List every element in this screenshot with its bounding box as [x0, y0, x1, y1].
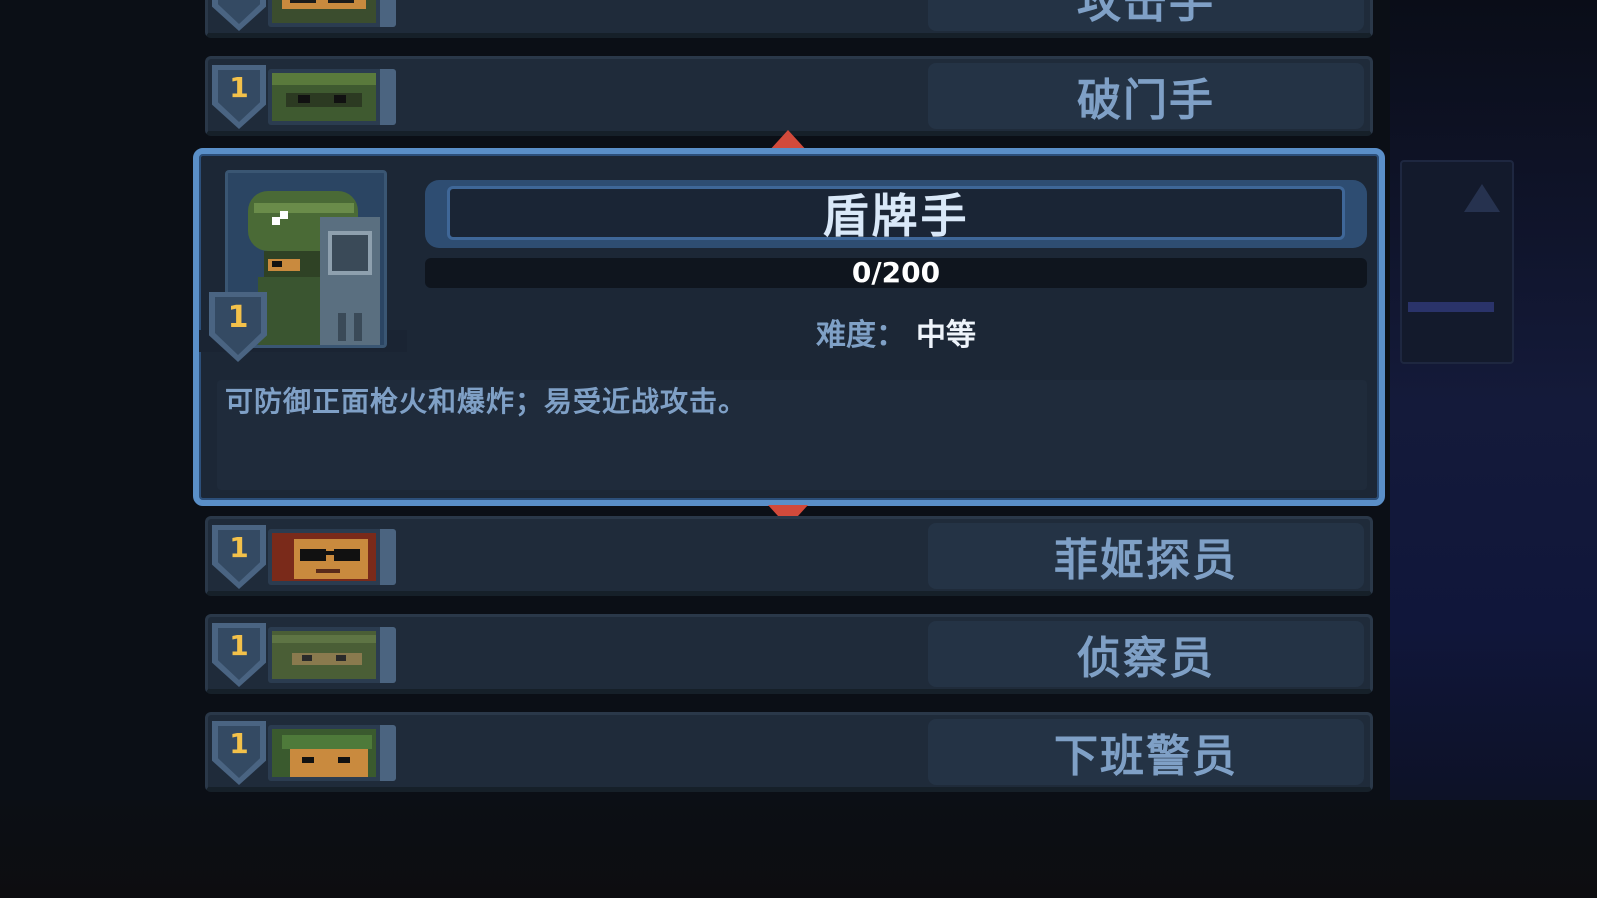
level-shield-icon: 1 — [212, 525, 266, 589]
cap-face-icon — [272, 729, 376, 777]
unit-row-attacker[interactable]: 1 攻击手 — [205, 0, 1373, 38]
unit-name: 菲姬探员 — [1054, 535, 1238, 586]
selected-unit-card[interactable]: 1 盾牌手 0/200 难度： 中等 可防御正面枪火和爆炸；易受近战攻击。 — [193, 148, 1385, 506]
unit-name: 攻击手 — [1077, 0, 1215, 28]
background-window — [1400, 160, 1514, 364]
unit-portrait — [268, 725, 396, 781]
unit-row-agent[interactable]: 1 菲姬探员 — [205, 516, 1373, 596]
unit-name: 侦察员 — [1077, 633, 1215, 684]
unit-portrait — [268, 69, 396, 125]
level-shield-icon: 1 — [212, 0, 266, 31]
level-shield-icon: 1 — [212, 623, 266, 687]
background-glow — [1390, 0, 1597, 898]
unit-description: 可防御正面枪火和爆炸；易受近战攻击。 — [225, 385, 748, 418]
level-shield-icon: 1 — [212, 721, 266, 785]
description-panel: 可防御正面枪火和爆炸；易受近战攻击。 — [217, 380, 1367, 490]
unit-portrait — [268, 529, 396, 585]
unit-row-breacher[interactable]: 1 破门手 — [205, 56, 1373, 136]
sunglasses-face-icon — [272, 533, 376, 581]
unit-name: 破门手 — [1077, 75, 1215, 126]
unit-row-scout[interactable]: 1 侦察员 — [205, 614, 1373, 694]
level-shield-icon: 1 — [209, 292, 267, 362]
level-shield-icon: 1 — [212, 65, 266, 129]
unit-name-slot: 下班警员 — [928, 719, 1364, 785]
unit-portrait — [268, 0, 396, 27]
visor-face-icon — [272, 0, 376, 23]
background-floor — [0, 800, 1597, 898]
unit-name-slot: 破门手 — [928, 63, 1364, 129]
experience-progress-bar: 0/200 — [425, 258, 1367, 288]
difficulty-label: 难度： — [816, 318, 906, 353]
unit-name-slot: 攻击手 — [928, 0, 1364, 31]
helmet-face-icon — [272, 73, 376, 121]
selected-unit-name: 盾牌手 — [822, 189, 970, 243]
unit-name-slot: 侦察员 — [928, 621, 1364, 687]
unit-name-slot: 菲姬探员 — [928, 523, 1364, 589]
difficulty-value: 中等 — [916, 318, 976, 353]
unit-row-off-duty-cop[interactable]: 1 下班警员 — [205, 712, 1373, 792]
ghillie-face-icon — [272, 631, 376, 679]
difficulty-line: 难度： 中等 — [425, 310, 1367, 354]
progress-label: 0/200 — [851, 256, 941, 289]
selected-unit-title-bar: 盾牌手 — [425, 180, 1367, 248]
unit-name: 下班警员 — [1054, 731, 1238, 782]
unit-portrait — [268, 627, 396, 683]
